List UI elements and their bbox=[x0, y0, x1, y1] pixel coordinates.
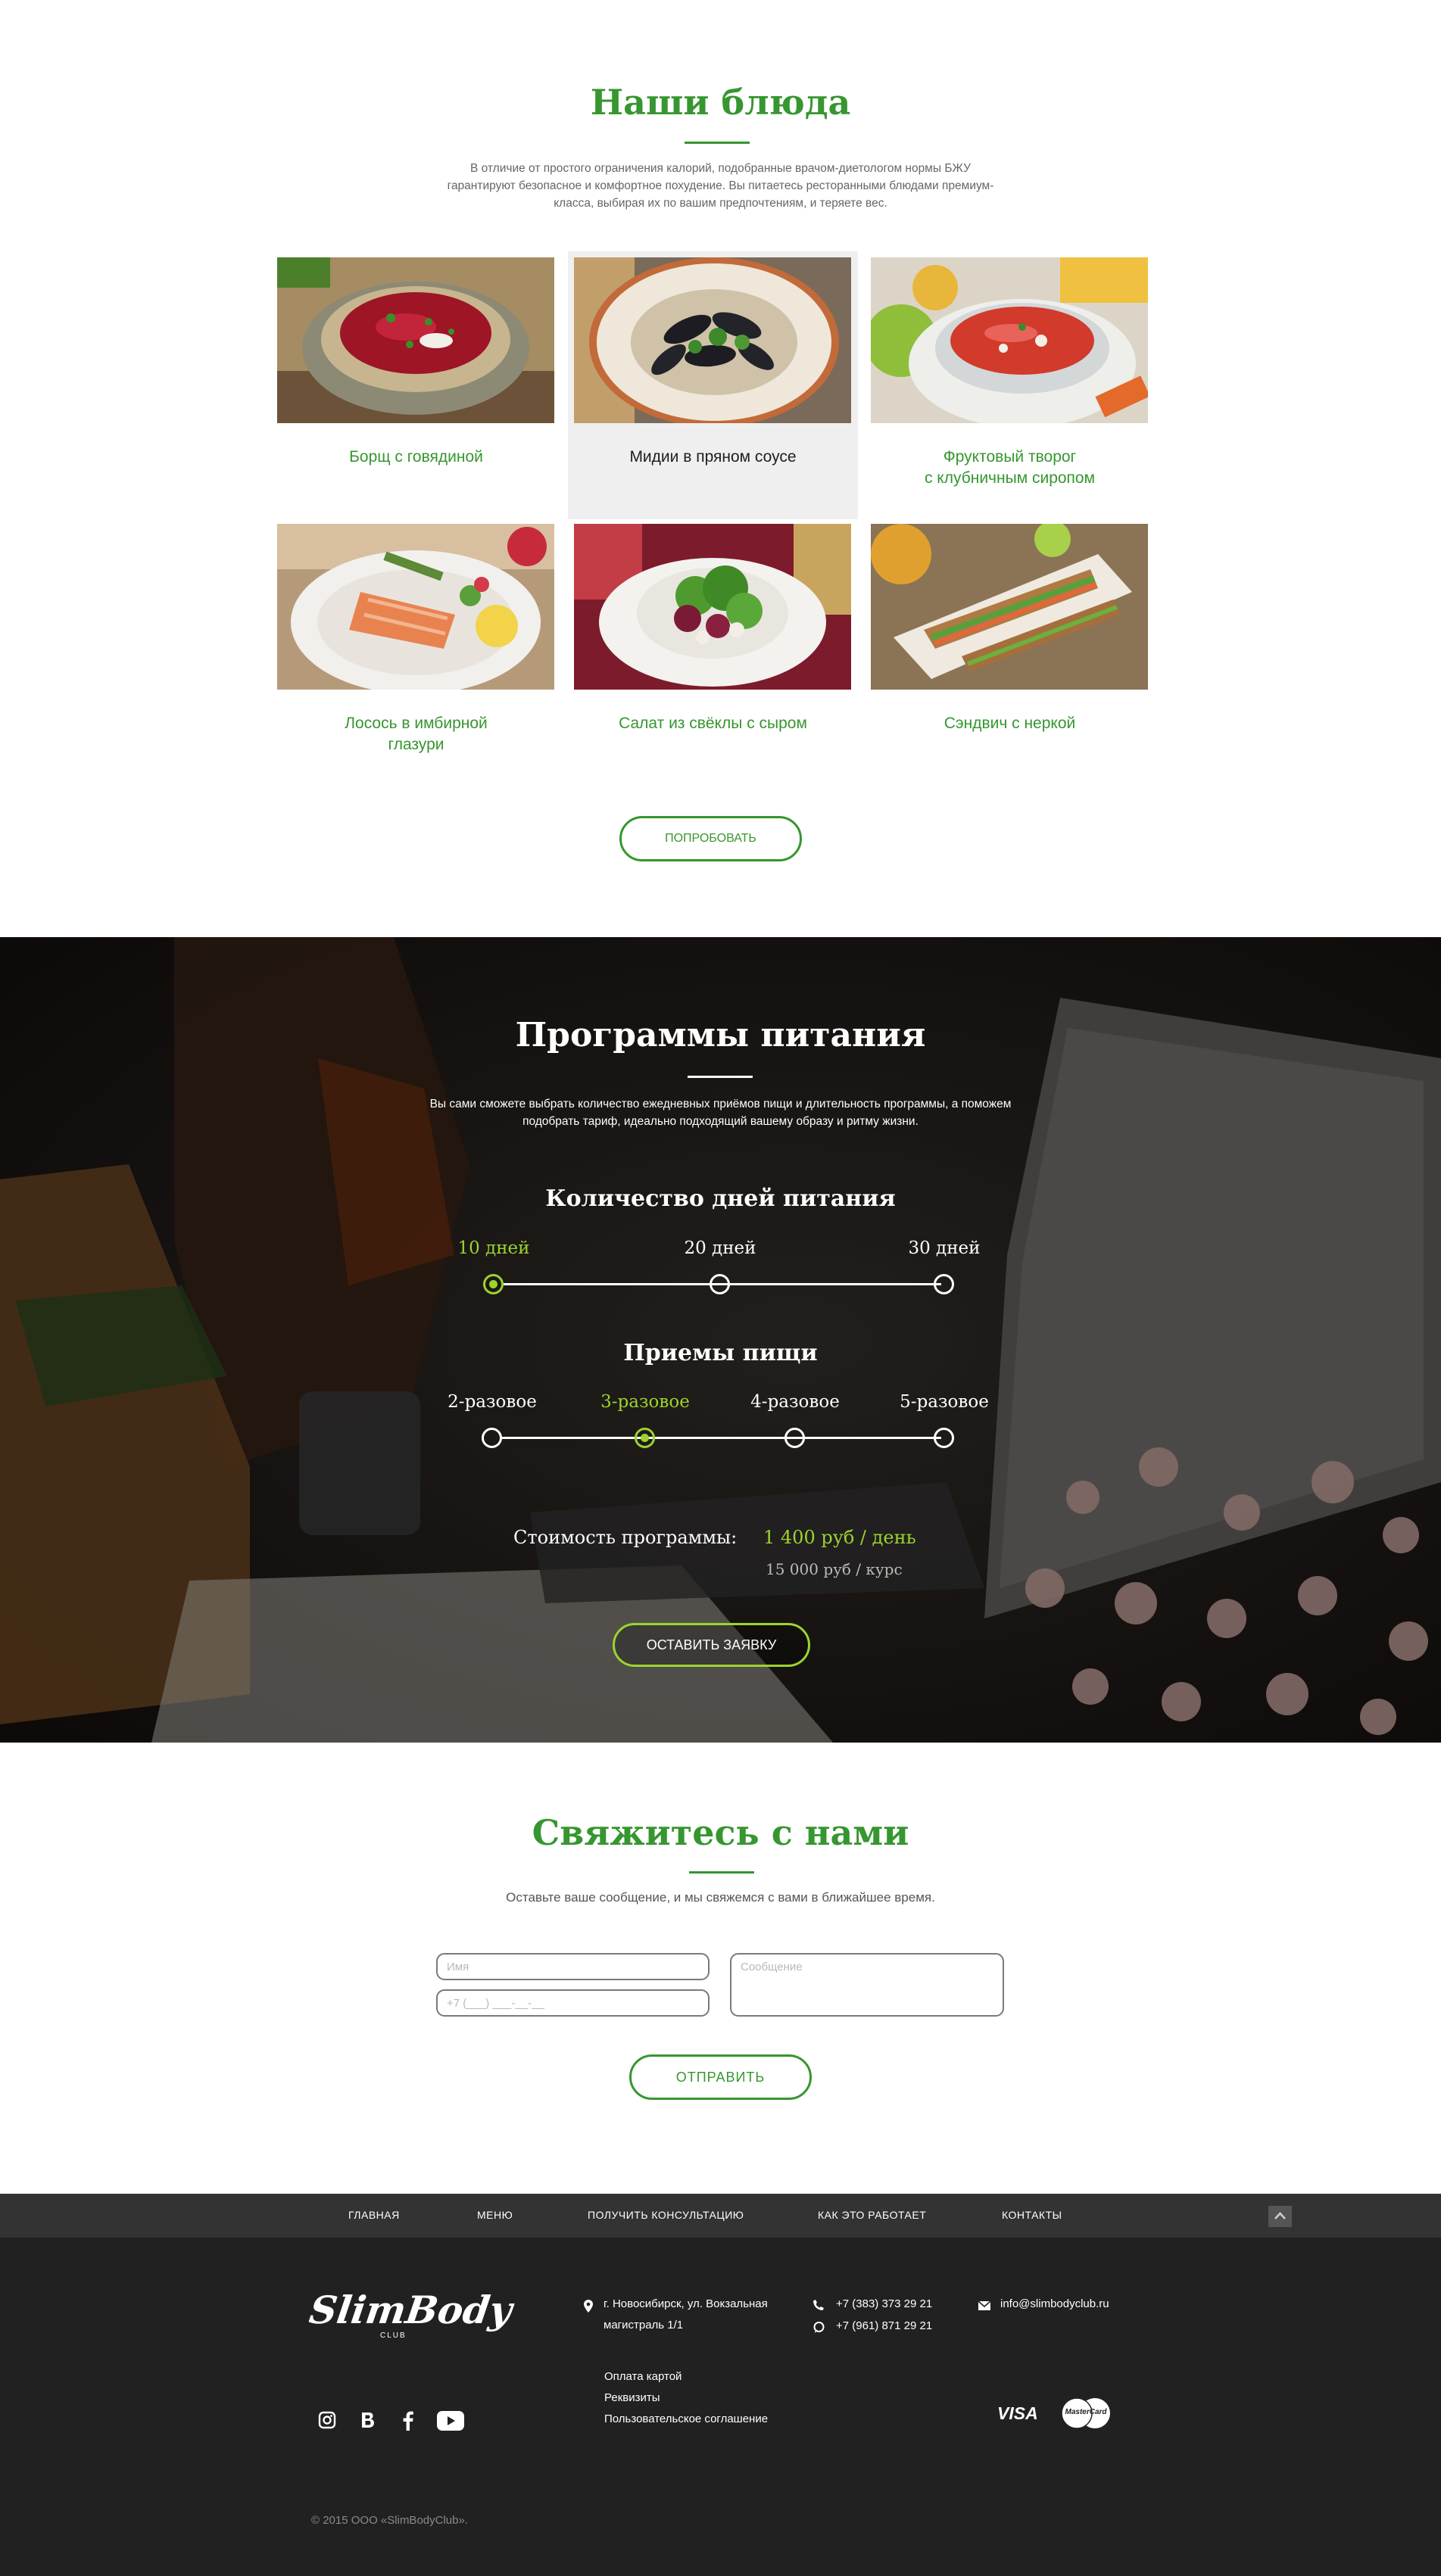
meals-dot-2[interactable] bbox=[482, 1428, 502, 1448]
cost-per-course: 15 000 руб / курс bbox=[766, 1560, 903, 1578]
dish-name: Фруктовый творог с клубничным сиропом bbox=[924, 448, 1096, 487]
meals-dot-3[interactable] bbox=[635, 1428, 655, 1448]
dish-name: Лосось в имбирной глазури bbox=[345, 715, 488, 753]
dish-photo-beet-salad bbox=[574, 524, 851, 690]
logo[interactable]: SlimBody CLUB bbox=[306, 2288, 515, 2340]
copyright: © 2015 ООО «SlimBodyClub». bbox=[311, 2514, 468, 2527]
contact-title: Свяжитесь с нами bbox=[532, 1812, 909, 1853]
dishes-title-underline bbox=[685, 142, 750, 144]
meals-option-5[interactable]: 5-разовое bbox=[876, 1392, 1012, 1412]
name-input[interactable] bbox=[436, 1953, 710, 1980]
cost-label: Стоимость программы: bbox=[513, 1527, 738, 1548]
programs-title-underline bbox=[688, 1076, 753, 1078]
dish-card-beet-salad[interactable]: Салат из свёклы с сыром bbox=[568, 518, 858, 786]
days-option-30[interactable]: 30 дней bbox=[876, 1238, 1012, 1258]
location-pin-icon bbox=[584, 2300, 593, 2313]
dish-photo-borscht bbox=[277, 257, 554, 423]
try-button[interactable]: ПОПРОБОВАТЬ bbox=[619, 816, 802, 861]
instagram-icon[interactable] bbox=[318, 2411, 336, 2429]
dish-photo-mussels bbox=[574, 257, 851, 423]
vk-icon[interactable] bbox=[360, 2411, 376, 2429]
dish-photo-cottage-cheese bbox=[871, 257, 1148, 423]
dish-card-cottage-cheese[interactable]: Фруктовый творог с клубничным сиропом bbox=[865, 251, 1155, 519]
apply-button[interactable]: ОСТАВИТЬ ЗАЯВКУ bbox=[613, 1623, 810, 1667]
nav-how-it-works[interactable]: КАК ЭТО РАБОТАЕТ bbox=[818, 2209, 926, 2221]
link-card-payment[interactable]: Оплата картой bbox=[604, 2366, 768, 2388]
programs-lead: Вы сами сможете выбрать количество ежедн… bbox=[429, 1098, 1012, 1128]
footer: SlimBody CLUB г. Новосибирск, ул. Вокзал… bbox=[0, 2238, 1441, 2576]
dishes-lead: В отличие от простого ограничения калори… bbox=[447, 162, 994, 210]
logo-sub: CLUB bbox=[380, 2331, 407, 2340]
mail-icon bbox=[978, 2301, 990, 2310]
days-option-20[interactable]: 20 дней bbox=[652, 1238, 788, 1258]
nav-home[interactable]: ГЛАВНАЯ bbox=[348, 2209, 400, 2221]
days-dot-20[interactable] bbox=[710, 1274, 730, 1294]
contact-section: Свяжитесь с нами Оставьте ваше сообщение… bbox=[0, 1743, 1441, 2194]
contact-title-underline bbox=[689, 1871, 754, 1874]
programs-section: Программы питания Вы сами сможете выбрат… bbox=[0, 937, 1441, 1743]
days-option-10[interactable]: 10 дней bbox=[426, 1238, 562, 1258]
meals-option-2[interactable]: 2-разовое bbox=[424, 1392, 560, 1412]
meals-dot-5[interactable] bbox=[934, 1428, 954, 1448]
days-title: Количество дней питания bbox=[545, 1185, 896, 1212]
phone-input[interactable] bbox=[436, 1989, 710, 2017]
mastercard-text: MasterCard bbox=[1065, 2408, 1107, 2416]
whatsapp-icon bbox=[813, 2322, 825, 2333]
youtube-icon[interactable] bbox=[437, 2411, 464, 2431]
dish-photo-salmon bbox=[277, 524, 554, 690]
chevron-up-icon bbox=[1274, 2212, 1286, 2219]
dishes-title: Наши блюда bbox=[590, 82, 851, 123]
footer-links: Оплата картой Реквизиты Пользовательское… bbox=[604, 2366, 768, 2430]
nav-consultation[interactable]: ПОЛУЧИТЬ КОНСУЛЬТАЦИЮ bbox=[588, 2209, 744, 2221]
footer-nav: ГЛАВНАЯ МЕНЮ ПОЛУЧИТЬ КОНСУЛЬТАЦИЮ КАК Э… bbox=[0, 2194, 1441, 2238]
dish-name: Борщ с говядиной bbox=[349, 448, 483, 466]
dish-card-sandwich[interactable]: Сэндвич с неркой bbox=[865, 518, 1155, 786]
footer-email[interactable]: info@slimbodyclub.ru bbox=[1000, 2294, 1109, 2315]
nav-menu[interactable]: МЕНЮ bbox=[477, 2209, 513, 2221]
meals-option-3[interactable]: 3-разовое bbox=[577, 1392, 713, 1412]
link-user-agreement[interactable]: Пользовательское соглашение bbox=[604, 2409, 768, 2430]
dish-name: Сэндвич с неркой bbox=[944, 715, 1076, 732]
meals-option-4[interactable]: 4-разовое bbox=[727, 1392, 863, 1412]
dish-name: Салат из свёклы с сыром bbox=[619, 715, 807, 732]
cost-per-day: 1 400 руб / день bbox=[763, 1527, 916, 1548]
programs-title: Программы питания bbox=[515, 1016, 926, 1054]
dishes-section: Наши блюда В отличие от простого огранич… bbox=[0, 0, 1441, 937]
send-button[interactable]: ОТПРАВИТЬ bbox=[629, 2054, 812, 2100]
message-textarea[interactable] bbox=[730, 1953, 1004, 2017]
days-dot-10[interactable] bbox=[483, 1274, 504, 1294]
meals-title: Приемы пищи bbox=[623, 1340, 818, 1366]
scroll-top-button[interactable] bbox=[1268, 2206, 1292, 2227]
meals-slider-track[interactable] bbox=[502, 1437, 941, 1439]
visa-logo: VISA bbox=[997, 2403, 1038, 2423]
link-requisites[interactable]: Реквизиты bbox=[604, 2388, 768, 2409]
phone-icon bbox=[813, 2300, 824, 2310]
footer-phone-1[interactable]: +7 (383) 373 29 21 bbox=[836, 2294, 932, 2315]
footer-phone-2[interactable]: +7 (961) 871 29 21 bbox=[836, 2316, 932, 2337]
dish-photo-sandwich bbox=[871, 524, 1148, 690]
footer-address: г. Новосибирск, ул. Вокзальная магистрал… bbox=[604, 2297, 768, 2331]
dish-card-mussels[interactable]: Мидии в пряном соусе bbox=[568, 251, 858, 519]
dish-card-salmon[interactable]: Лосось в имбирной глазури bbox=[271, 518, 561, 786]
logo-text: SlimBody bbox=[306, 2288, 515, 2332]
nav-contacts[interactable]: КОНТАКТЫ bbox=[1002, 2209, 1062, 2221]
dish-card-borscht[interactable]: Борщ с говядиной bbox=[271, 251, 561, 519]
facebook-icon[interactable] bbox=[403, 2411, 413, 2431]
contact-lead: Оставьте ваше сообщение, и мы свяжемся с… bbox=[506, 1890, 935, 1905]
days-dot-30[interactable] bbox=[934, 1274, 954, 1294]
meals-dot-4[interactable] bbox=[784, 1428, 805, 1448]
mastercard-logo: MasterCard bbox=[1061, 2397, 1111, 2429]
dish-name: Мидии в пряном соусе bbox=[629, 448, 797, 466]
